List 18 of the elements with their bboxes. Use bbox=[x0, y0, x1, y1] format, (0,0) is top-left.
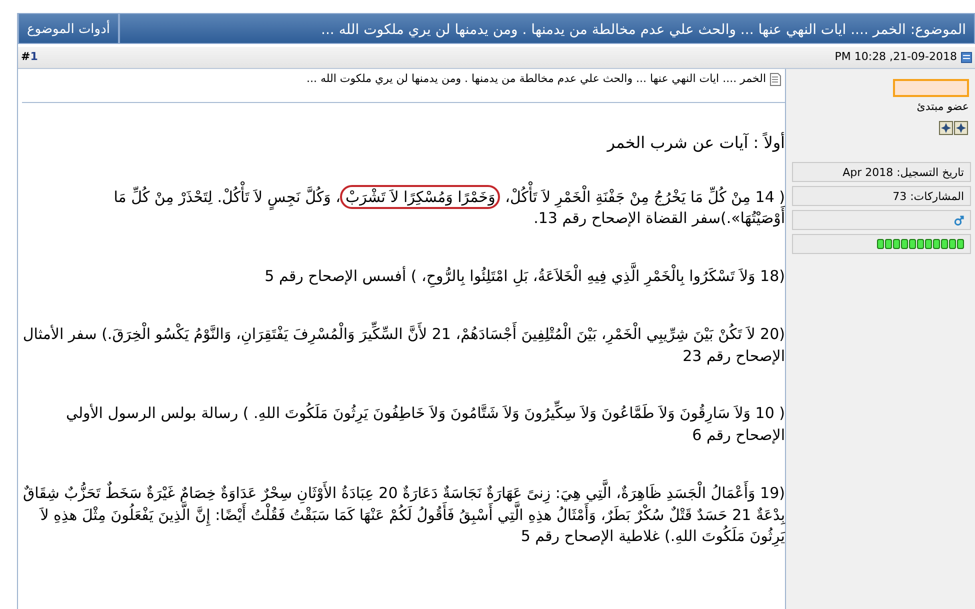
verse-paragraph: (18 وَلاَ تَسْكَرُوا بِالْخَمْرِ الَّذِي فِيهِ الْخَلاَعَةُ، بَلِ امْتَلِئُوا بِالرُّوحِ، ) أفسس الإصحاح رقم 5 bbox=[22, 262, 785, 292]
verse-paragraph: (19 وَأَعْمَالُ الْجَسَدِ ظَاهِرَةٌ، الَّتِي هِيَ: زِنىً عَهَارَةٌ نَجَاسَةٌ دَعَارَةٌ 20 عِبَادَةُ الأَوْثَانِ سِحْرٌ عَدَاوَةٌ خِصَامٌ غَيْرَةٌ سَخَطٌ تَحَزُّبٌ شِقَاقٌ بِدْعَةٌ 21 حَسَدٌ قَتْلٌ سُكْرٌ بَطَرٌ، وَأَمْثَالُ هذِهِ الَّتِي أَسْبِقُ فَأَقُولُ لَكُمْ عَنْهَا كَمَا سَبَقْتُ فَقُلْتُ أَيْضًا: إِنَّ الَّذِينَ يَفْعَلُونَ مِثْلَ هذِهِ لاَ يَرِثُونَ مَلَكُوتَ اللهِ.) غلاطية الإصحاح رقم 5 bbox=[22, 478, 785, 552]
thread-tools-menu[interactable]: أدوات الموضوع bbox=[18, 13, 119, 44]
verse-paragraph: ( 10 وَلاَ سَارِقُونَ وَلاَ طَمَّاعُونَ وَلاَ سِكِّيرُونَ وَلاَ شَتَّامُونَ وَلاَ خَاطِفُونَ يَرِثُونَ مَلَكُوتَ اللهِ. ) رسالة بولس الرسول الأولي الإصحاح رقم 6 bbox=[22, 399, 785, 451]
post-date: 21-09-2018, 10:28 PM bbox=[834, 49, 957, 66]
verse-paragraph: ( 14 مِنْ كُلِّ مَا يَخْرُجُ مِنْ جَفْنَةِ الْخَمْرِ لاَ تَأْكُلْ، وَخَمْرًا وَمُسْكِرًا لاَ تَشْرَبْ ، وَكُلَّ نَجِسٍ لاَ تَأْكُلْ. لِتَحْذَرْ مِنْ كُلِّ مَا أَوْصَيْتُهَا».)سفر القضاة الإصحاح رقم 13. bbox=[22, 182, 785, 234]
post-count: المشاركات: 73 bbox=[792, 186, 971, 206]
post-heading: أولاً : آيات عن شرب الخمر bbox=[606, 131, 785, 154]
male-icon bbox=[954, 214, 964, 226]
verse-paragraph: (20 لاَ تَكُنْ بَيْنَ شِرِّيبِي الْخَمْرِ، بَيْنَ الْمُتْلِفِينَ أَجْسَادَهُمْ، 21 لأَنَّ السِّكِّيرَ وَالْمُسْرِفَ يَفْتَقِرَانِ، وَالنَّوْمُ يَكْسُو الْخِرَقَ.) سفر الأمثال الإصحاح رقم 23 bbox=[22, 320, 785, 372]
thread-title: الموضوع: الخمر .... ايات النهي عنها ... والحث علي عدم مخالطة من يدمنها . ومن يدمنها لن يري ملكوت الله ... bbox=[118, 13, 975, 44]
post-number-link[interactable]: #1 bbox=[21, 49, 38, 66]
document-icon bbox=[770, 72, 781, 86]
rank-icon bbox=[939, 121, 969, 136]
post-title: الخمر .... ايات النهي عنها ... والحث علي عدم مخالطة من يدمنها . ومن يدمنها لن يري ملكوت الله ... bbox=[306, 71, 766, 87]
user-rank: عضو مبتدئ bbox=[916, 99, 969, 115]
post-icon bbox=[961, 52, 972, 63]
registration-date: تاريخ التسجيل: Apr 2018 bbox=[792, 162, 971, 182]
